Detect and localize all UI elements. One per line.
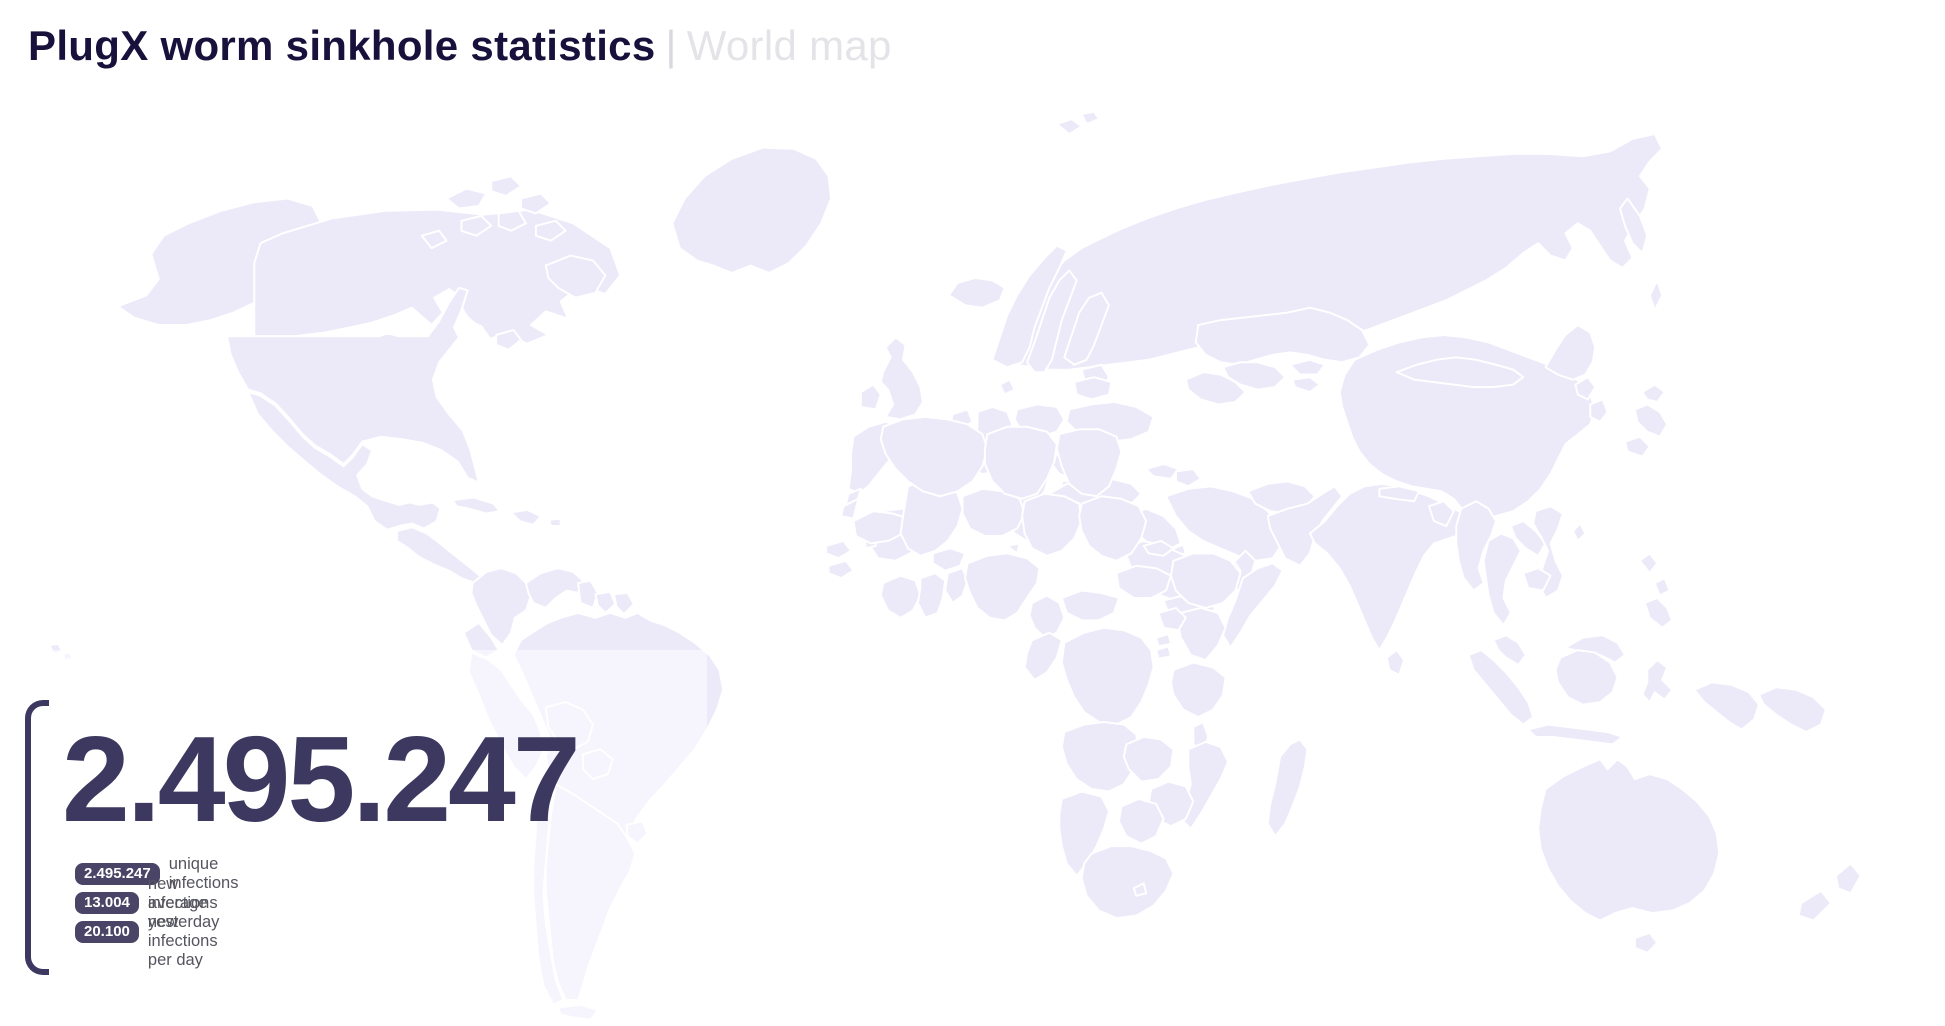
hudson-bay-water (461, 268, 526, 328)
country-malaysia[interactable] (1493, 635, 1525, 665)
country-australia[interactable] (1538, 759, 1719, 920)
country-rwanda[interactable] (1156, 634, 1171, 646)
country-belarus[interactable] (1074, 377, 1111, 399)
great-lakes-water (378, 335, 398, 345)
country-kyrgyzstan[interactable] (1290, 360, 1325, 375)
country-azerbaijan[interactable] (1176, 469, 1201, 486)
arctic-island[interactable] (447, 189, 487, 209)
country-senegal[interactable] (826, 541, 851, 558)
country-philippines[interactable] (1645, 598, 1672, 628)
country-indonesia-sulawesi[interactable] (1642, 660, 1672, 702)
stat-row-average: 20.100 average new infections per day (75, 921, 238, 943)
country-denmark[interactable] (1000, 380, 1015, 395)
country-burkina-faso[interactable] (933, 548, 965, 570)
country-puerto-rico[interactable] (550, 519, 561, 526)
country-taiwan[interactable] (1573, 524, 1585, 541)
country-madagascar[interactable] (1268, 739, 1308, 836)
country-south-sudan[interactable] (1116, 566, 1171, 598)
arctic-island[interactable] (521, 194, 551, 214)
country-south-africa[interactable] (1082, 846, 1174, 918)
arctic-island[interactable] (491, 176, 521, 196)
country-guinea[interactable] (829, 561, 854, 578)
great-lakes-water (393, 340, 425, 352)
country-south-korea[interactable] (1590, 399, 1607, 421)
country-new-zealand-south[interactable] (1799, 891, 1831, 921)
country-ivory-coast[interactable] (881, 576, 921, 618)
country-new-zealand-north[interactable] (1836, 863, 1861, 893)
country-botswana[interactable] (1119, 799, 1164, 844)
country-philippines[interactable] (1640, 553, 1657, 573)
app-title: PlugX worm sinkhole statistics (28, 22, 656, 69)
country-japan-hokkaido[interactable] (1642, 385, 1664, 402)
country-china-manchuria[interactable] (1546, 325, 1596, 380)
country-congo-gabon[interactable] (1025, 633, 1062, 680)
country-central-america[interactable] (397, 527, 483, 583)
country-japan-honshu[interactable] (1635, 404, 1667, 436)
country-thailand[interactable] (1484, 533, 1521, 625)
country-indonesia-papua[interactable] (1694, 682, 1759, 729)
country-tajikistan[interactable] (1293, 377, 1320, 392)
average-per-day-label: average new infections per day (148, 894, 239, 970)
page-title: PlugX worm sinkhole statistics|World map (28, 22, 892, 70)
country-french-guiana[interactable] (614, 593, 634, 614)
country-indonesia-java[interactable] (1528, 725, 1622, 745)
country-sri-lanka[interactable] (1387, 650, 1404, 675)
country-georgia[interactable] (1146, 464, 1178, 479)
country-greenland[interactable] (672, 148, 831, 273)
country-hispaniola[interactable] (511, 510, 541, 525)
country-sicily[interactable] (1007, 543, 1019, 553)
country-svalbard[interactable] (1082, 112, 1099, 124)
country-uk[interactable] (881, 337, 923, 419)
country-papua-new-guinea[interactable] (1759, 687, 1826, 732)
country-tasmania[interactable] (1635, 933, 1657, 953)
country-cameroon[interactable] (1030, 596, 1065, 638)
header: PlugX worm sinkhole statistics|World map (0, 0, 1945, 101)
country-iceland[interactable] (949, 278, 1005, 308)
country-svalbard[interactable] (1057, 119, 1082, 134)
country-nigeria[interactable] (965, 553, 1039, 620)
view-subtitle: World map (687, 22, 892, 69)
country-suriname[interactable] (595, 592, 615, 613)
country-indonesia-sumatra[interactable] (1469, 650, 1534, 724)
total-infections-count: 2.495.247 (62, 718, 578, 840)
stats-bracket (25, 700, 49, 975)
country-russia-sakhalin[interactable] (1650, 280, 1662, 310)
country-algeria[interactable] (881, 417, 988, 496)
stat-rows: 2.495.247 unique infections 13.004 new i… (75, 863, 238, 950)
country-zambia[interactable] (1124, 737, 1174, 782)
country-kenya[interactable] (1178, 608, 1225, 660)
country-philippines[interactable] (1655, 578, 1670, 595)
country-ghana[interactable] (918, 573, 945, 618)
country-drc[interactable] (1062, 628, 1154, 725)
country-cuba[interactable] (453, 497, 500, 513)
country-japan-kyushu[interactable] (1625, 437, 1650, 457)
country-venezuela[interactable] (526, 568, 583, 608)
country-togo-benin[interactable] (945, 568, 967, 603)
title-separator: | (656, 22, 687, 69)
country-ireland[interactable] (861, 385, 881, 410)
average-per-day-badge: 20.100 (75, 921, 139, 943)
new-yesterday-badge: 13.004 (75, 892, 139, 914)
country-tanzania[interactable] (1171, 662, 1226, 717)
country-burundi[interactable] (1156, 646, 1171, 658)
country-chad[interactable] (1022, 494, 1082, 556)
country-central-african-republic[interactable] (1062, 591, 1119, 621)
